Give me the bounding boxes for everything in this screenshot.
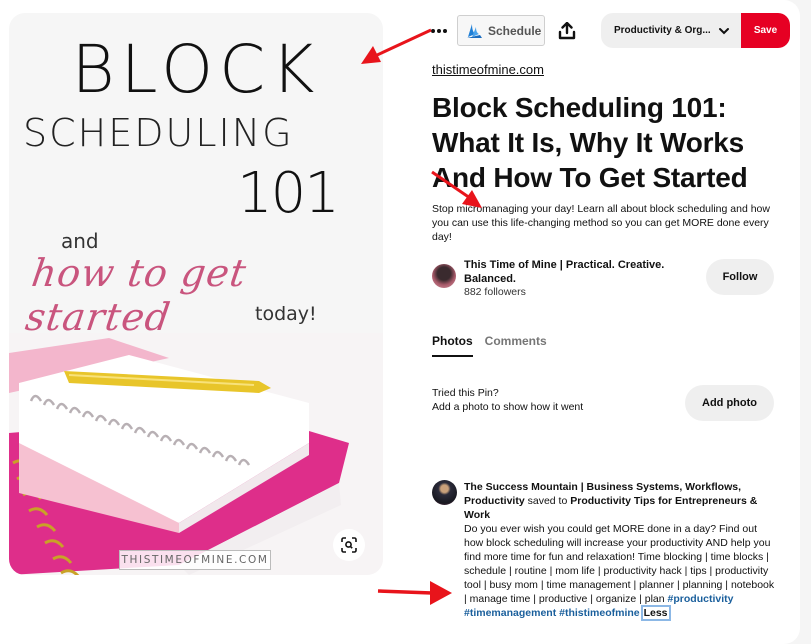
notebooks-photo	[9, 333, 383, 575]
pin-image-title-scheduling: SCHEDULING	[23, 111, 294, 155]
pin-title: Block Scheduling 101: What It Is, Why It…	[432, 92, 748, 193]
less-button[interactable]: Less	[640, 605, 671, 621]
tried-pin-prompt: Tried this Pin? Add a photo to show how …	[432, 386, 583, 414]
share-button[interactable]	[556, 20, 578, 42]
pin-image-script-subtitle: how to get started	[22, 251, 250, 339]
tab-photos[interactable]: Photos	[432, 334, 473, 357]
pin-image-title-101: 101	[237, 161, 340, 226]
tried-line2: Add a photo to show how it went	[432, 401, 584, 413]
tabs: Photos Comments	[432, 334, 547, 357]
visual-search-button[interactable]	[333, 529, 365, 561]
add-photo-button[interactable]: Add photo	[685, 385, 774, 421]
schedule-button[interactable]: Schedule	[457, 15, 545, 46]
creator-followers: 882 followers	[464, 286, 526, 298]
board-select-dropdown[interactable]: Productivity & Org...	[601, 13, 742, 48]
board-select-value: Productivity & Org...	[614, 25, 711, 36]
ellipsis-dot	[443, 29, 447, 33]
pin-image-today: today!	[255, 303, 317, 325]
source-link[interactable]: thistimeofmine.com	[432, 62, 544, 77]
creator-avatar[interactable]	[432, 264, 456, 288]
tried-line1: Tried this Pin?	[432, 387, 499, 399]
hashtag-link[interactable]: #timemanagement	[464, 607, 556, 619]
pin-image[interactable]: BLOCK SCHEDULING 101 and how to get star…	[9, 13, 383, 575]
watermark-text: THISTIMEOFMINE.COM	[119, 550, 271, 570]
schedule-label: Schedule	[488, 23, 542, 38]
activity-action: saved to	[527, 495, 568, 507]
activity-body: The Success Mountain | Business Systems,…	[464, 480, 777, 621]
follow-button[interactable]: Follow	[706, 259, 774, 295]
save-button[interactable]: Save	[741, 13, 790, 48]
share-upload-icon	[558, 22, 576, 40]
creator-name[interactable]: This Time of Mine | Practical. Creative.…	[464, 258, 694, 286]
ellipsis-icon	[431, 29, 435, 33]
chevron-down-icon	[719, 28, 729, 35]
ellipsis-dot	[437, 29, 441, 33]
pin-description: Stop micromanaging your day! Learn all a…	[432, 203, 770, 243]
visual-search-icon	[341, 537, 357, 553]
pin-image-title-block: BLOCK	[71, 31, 321, 108]
more-options-button[interactable]	[428, 22, 450, 40]
pin-image-and: and	[61, 229, 99, 253]
hashtag-link[interactable]: #thistimeofmine	[559, 607, 640, 619]
hashtag-link[interactable]: #productivity	[668, 593, 734, 605]
activity-user-avatar[interactable]	[432, 480, 457, 505]
pin-closeup-card: BLOCK SCHEDULING 101 and how to get star…	[0, 0, 800, 644]
tab-comments[interactable]: Comments	[485, 334, 547, 357]
tailwind-logo-icon	[467, 24, 482, 38]
